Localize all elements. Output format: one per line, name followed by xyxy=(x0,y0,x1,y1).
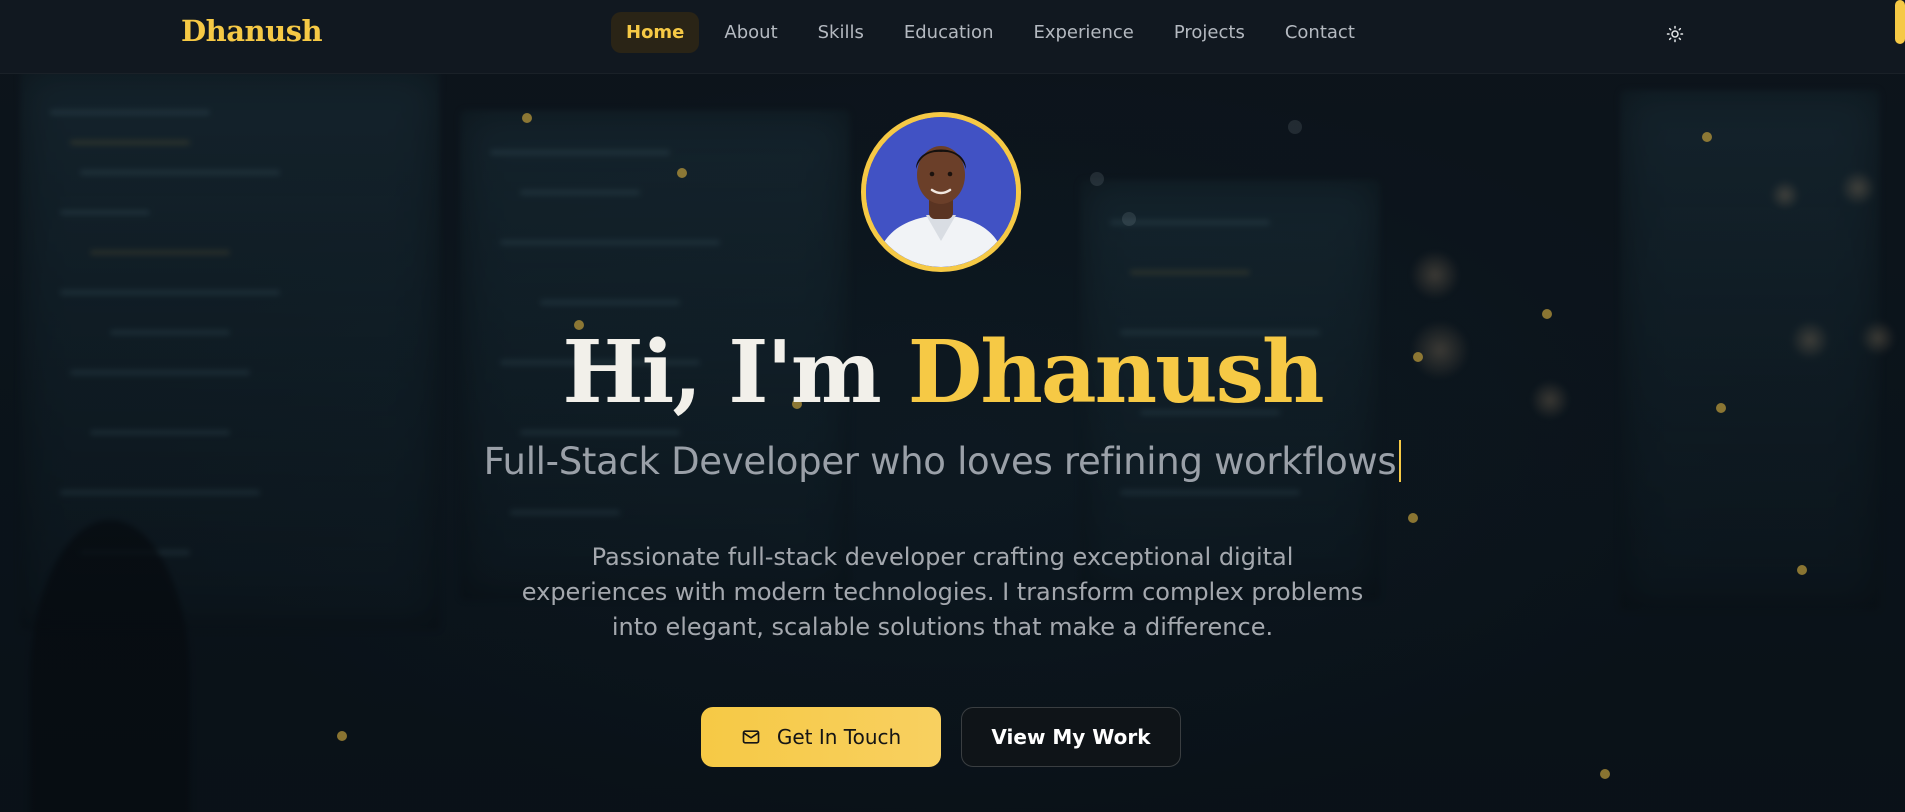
view-my-work-button[interactable]: View My Work xyxy=(961,707,1181,767)
hero-greeting: Hi, I'm xyxy=(562,322,881,423)
hero-subtitle: Full-Stack Developer who loves refining … xyxy=(0,440,1885,483)
hero-title: Hi, I'm Dhanush xyxy=(0,318,1885,428)
mail-icon xyxy=(742,730,760,744)
nav-link-contact[interactable]: Contact xyxy=(1270,12,1370,53)
profile-photo xyxy=(866,117,1016,267)
page: Dhanush Home About Skills Education Expe… xyxy=(0,0,1905,812)
sun-icon xyxy=(1666,25,1684,43)
scrollbar-thumb[interactable] xyxy=(1895,0,1905,44)
profile-avatar xyxy=(861,112,1021,272)
get-in-touch-button[interactable]: Get In Touch xyxy=(701,707,941,767)
theme-toggle-button[interactable] xyxy=(1662,21,1688,47)
nav-link-about[interactable]: About xyxy=(709,12,792,53)
hero-section: Hi, I'm Dhanush Full-Stack Developer who… xyxy=(0,0,1905,812)
nav-link-projects[interactable]: Projects xyxy=(1159,12,1260,53)
nav-link-education[interactable]: Education xyxy=(889,12,1009,53)
hero-name: Dhanush xyxy=(907,322,1325,423)
get-in-touch-label: Get In Touch xyxy=(776,725,902,749)
typing-caret xyxy=(1399,440,1402,482)
view-my-work-label: View My Work xyxy=(991,725,1151,749)
typing-text: Full-Stack Developer who loves refining … xyxy=(483,440,1397,483)
nav-link-skills[interactable]: Skills xyxy=(803,12,879,53)
nav-link-home[interactable]: Home xyxy=(611,12,700,53)
brand-logo[interactable]: Dhanush xyxy=(181,14,323,48)
nav-link-experience[interactable]: Experience xyxy=(1018,12,1148,53)
navbar: Dhanush Home About Skills Education Expe… xyxy=(0,0,1905,74)
hero-description: Passionate full-stack developer crafting… xyxy=(521,543,1364,641)
nav-links: Home About Skills Education Experience P… xyxy=(611,12,1370,53)
